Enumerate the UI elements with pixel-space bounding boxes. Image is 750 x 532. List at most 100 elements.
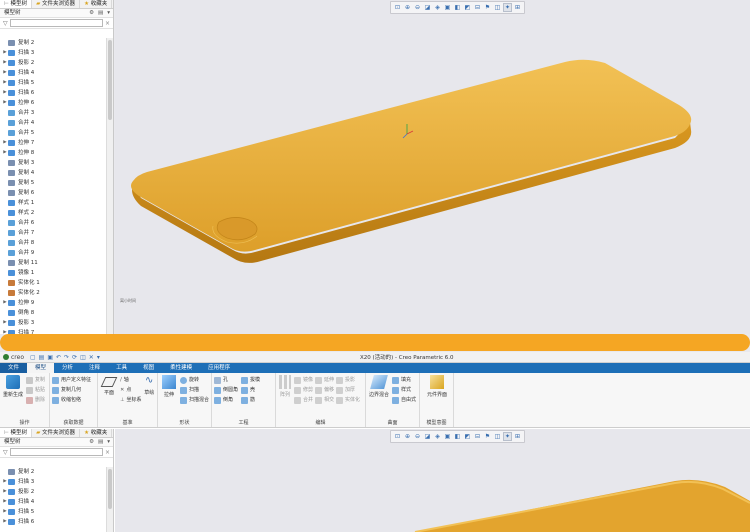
tree-item[interactable]: 复制 5 bbox=[2, 178, 105, 188]
tab-flexible-modeling[interactable]: 柔性建模 bbox=[162, 363, 200, 373]
tree-item[interactable]: 复制 6 bbox=[2, 188, 105, 198]
phone-model-bottom[interactable] bbox=[115, 429, 750, 532]
tree-item[interactable]: 实体化 2 bbox=[2, 288, 105, 298]
tree-show-icon-bottom[interactable]: ▾ bbox=[107, 438, 110, 446]
open-icon[interactable]: ▤ bbox=[39, 354, 45, 361]
sweep-button[interactable]: 扫描 bbox=[179, 385, 209, 395]
tree-item[interactable]: 复制 2 bbox=[2, 467, 105, 477]
component-interface-button[interactable]: 元件界面 bbox=[422, 375, 452, 398]
tree-item[interactable]: ▶ 拉伸 9 bbox=[2, 298, 105, 308]
undo-icon[interactable]: ↶ bbox=[56, 354, 61, 361]
tree-item[interactable]: ▶ 扫描 5 bbox=[2, 507, 105, 517]
tab-folder-browser[interactable]: ▰ 文件夹浏览器 bbox=[32, 0, 81, 8]
tab-model[interactable]: 模型 bbox=[27, 363, 55, 373]
tab-model-tree-bottom[interactable]: ⊢ 模型树 bbox=[0, 429, 33, 437]
tab-view[interactable]: 视图 bbox=[135, 363, 162, 373]
tree-item[interactable]: 合并 5 bbox=[2, 128, 105, 138]
regenerate-icon[interactable]: ⟳ bbox=[72, 354, 77, 361]
tree-item[interactable]: ▶ 扫描 6 bbox=[2, 517, 105, 527]
round-button[interactable]: 倒圆角 bbox=[214, 385, 238, 395]
tree-item[interactable]: 合并 8 bbox=[2, 238, 105, 248]
customize-icon[interactable]: ▾ bbox=[97, 354, 100, 361]
paste-button[interactable]: 粘贴 bbox=[26, 385, 45, 395]
top-graphics-area[interactable]: ⊡ ⊕ ⊖ ◪ ◈ ▣ ◧ ◩ ⊟ ⚑ ◫ ✦ ⊞ 离小时间 bbox=[115, 0, 750, 334]
tree-item[interactable]: ▶ 扫描 3 bbox=[2, 48, 105, 58]
tab-analysis[interactable]: 分析 bbox=[54, 363, 81, 373]
new-icon[interactable]: ▢ bbox=[30, 354, 36, 361]
filter-icon-bottom[interactable]: ▽ bbox=[3, 449, 8, 456]
tab-file[interactable]: 文件 bbox=[0, 363, 28, 373]
tab-annotate[interactable]: 注释 bbox=[81, 363, 108, 373]
tree-item[interactable]: 合并 3 bbox=[2, 108, 105, 118]
tree-show-icon[interactable]: ▾ bbox=[107, 9, 110, 17]
tree-item[interactable]: 复制 11 bbox=[2, 258, 105, 268]
tree-item[interactable]: ▶ 拉伸 8 bbox=[2, 148, 105, 158]
style-button[interactable]: 样式 bbox=[392, 385, 416, 395]
tree-item[interactable]: 倒角 8 bbox=[2, 308, 105, 318]
mirror-button[interactable]: 镜像 bbox=[294, 375, 313, 385]
tab-model-tree[interactable]: ⊢ 模型树 bbox=[0, 0, 33, 8]
swept-blend-button[interactable]: 扫描混合 bbox=[179, 395, 209, 405]
tree-item[interactable]: ▶ 扫描 5 bbox=[2, 78, 105, 88]
tree-item[interactable]: 样式 2 bbox=[2, 208, 105, 218]
search-clear-icon-bottom[interactable]: × bbox=[105, 449, 110, 456]
tree-scrollbar-bottom[interactable] bbox=[106, 467, 113, 532]
tree-item[interactable]: ▶ 拉伸 7 bbox=[2, 138, 105, 148]
tree-item[interactable]: ▶ 扫描 3 bbox=[2, 477, 105, 487]
tab-favorites[interactable]: ★ 收藏夹 bbox=[80, 0, 113, 8]
udf-button[interactable]: 用户定义特征 bbox=[52, 375, 95, 385]
tree-item[interactable]: 镜像 1 bbox=[2, 268, 105, 278]
revolve-button[interactable]: 旋转 bbox=[179, 375, 209, 385]
tree-search-input[interactable] bbox=[9, 19, 103, 27]
tree-filter-icon-bottom[interactable]: ▤ bbox=[98, 438, 103, 446]
tab-favorites-bottom[interactable]: ★ 收藏夹 bbox=[80, 429, 113, 437]
tree-item[interactable]: 样式 1 bbox=[2, 198, 105, 208]
tree-item[interactable]: ▶ 投影 2 bbox=[2, 487, 105, 497]
tree-scroll-thumb[interactable] bbox=[108, 40, 112, 120]
draft-button[interactable]: 拔模 bbox=[241, 375, 260, 385]
tree-item[interactable]: ▶ 扫描 6 bbox=[2, 88, 105, 98]
tree-item[interactable]: ▶ 拉伸 6 bbox=[2, 98, 105, 108]
shrinkwrap-button[interactable]: 收缩包络 bbox=[52, 395, 95, 405]
bottom-graphics-area[interactable]: ⊡ ⊕ ⊖ ◪ ◈ ▣ ◧ ◩ ⊟ ⚑ ◫ ✦ ⊞ bbox=[115, 429, 750, 532]
tree-scrollbar[interactable] bbox=[106, 38, 113, 334]
csys-button[interactable]: ⊥ 坐标系 bbox=[120, 395, 141, 405]
tree-item[interactable]: 复制 4 bbox=[2, 168, 105, 178]
save-icon[interactable]: ▣ bbox=[47, 354, 53, 361]
hole-button[interactable]: 孔 bbox=[214, 375, 238, 385]
chamfer-button[interactable]: 倒角 bbox=[214, 395, 238, 405]
intersect-button[interactable]: 相交 bbox=[315, 395, 334, 405]
tree-item[interactable]: 合并 6 bbox=[2, 218, 105, 228]
close-window-icon[interactable]: ✕ bbox=[89, 354, 94, 361]
tree-item[interactable]: ▶ 投影 3 bbox=[2, 318, 105, 328]
delete-button[interactable]: 删除 bbox=[26, 395, 45, 405]
windows-icon[interactable]: ◫ bbox=[80, 354, 86, 361]
tree-item[interactable]: 合并 9 bbox=[2, 248, 105, 258]
tree-item[interactable]: 实体化 1 bbox=[2, 278, 105, 288]
tab-folder-browser-bottom[interactable]: ▰ 文件夹浏览器 bbox=[32, 429, 81, 437]
phone-model-top[interactable] bbox=[115, 0, 750, 334]
tab-tools[interactable]: 工具 bbox=[108, 363, 135, 373]
trim-button[interactable]: 修剪 bbox=[294, 385, 313, 395]
copy-geometry-button[interactable]: 复制几何 bbox=[52, 385, 95, 395]
tree-settings-icon-bottom[interactable]: ⚙ bbox=[89, 438, 94, 446]
search-clear-icon[interactable]: × bbox=[105, 20, 110, 27]
shell-button[interactable]: 壳 bbox=[241, 385, 260, 395]
tree-scroll-thumb-bottom[interactable] bbox=[108, 469, 112, 509]
axis-button[interactable]: / 轴 bbox=[120, 375, 141, 385]
extend-button[interactable]: 延伸 bbox=[315, 375, 334, 385]
tree-search-input-bottom[interactable] bbox=[9, 448, 103, 456]
tree-item[interactable]: ▶ 扫描 4 bbox=[2, 68, 105, 78]
merge-button[interactable]: 合并 bbox=[294, 395, 313, 405]
tab-applications[interactable]: 应用程序 bbox=[200, 363, 238, 373]
rib-button[interactable]: 筋 bbox=[241, 395, 260, 405]
tree-item[interactable]: 合并 7 bbox=[2, 228, 105, 238]
filter-icon[interactable]: ▽ bbox=[3, 20, 8, 27]
tree-settings-icon[interactable]: ⚙ bbox=[89, 9, 94, 17]
tree-item[interactable]: 合并 4 bbox=[2, 118, 105, 128]
tree-item[interactable]: 复制 3 bbox=[2, 158, 105, 168]
freestyle-button[interactable]: 自由式 bbox=[392, 395, 416, 405]
project-button[interactable]: 投影 bbox=[336, 375, 360, 385]
offset-button[interactable]: 偏移 bbox=[315, 385, 334, 395]
point-button[interactable]: ✕ 点 bbox=[120, 385, 141, 395]
